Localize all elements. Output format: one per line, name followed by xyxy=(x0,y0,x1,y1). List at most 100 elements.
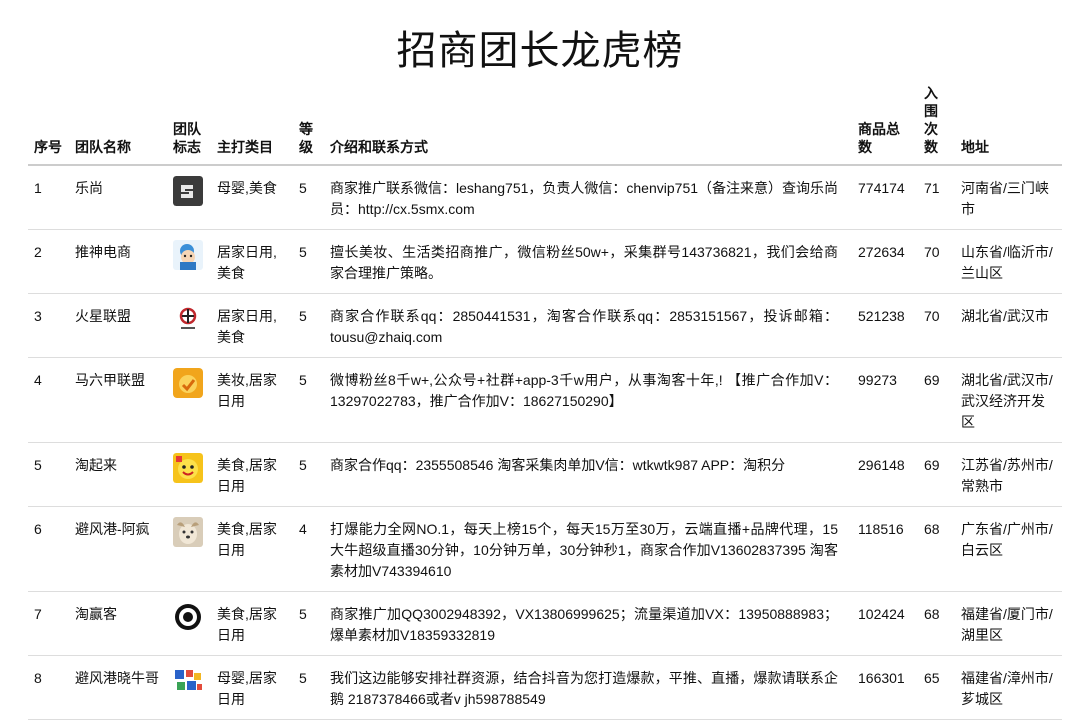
category-cell: 居家日用,美食 xyxy=(211,229,293,294)
tuishen-logo-icon xyxy=(173,240,203,270)
team-name-cell: 马六甲联盟 xyxy=(69,357,167,443)
category-cell: 母婴,居家日用 xyxy=(211,655,293,720)
address-cell: 山东省/临沂市/兰山区 xyxy=(955,229,1062,294)
level-cell: 5 xyxy=(293,655,324,720)
intro-cell: 商家推广加QQ3002948392，VX13806999625；流量渠道加VX：… xyxy=(324,591,852,656)
category-cell: 美食,居家日用 xyxy=(211,506,293,592)
leshang-logo-icon xyxy=(173,176,203,206)
header-times: 入围次数 xyxy=(918,84,955,166)
product-count-cell: 521238 xyxy=(852,293,918,358)
huoxing-logo-icon xyxy=(173,304,203,334)
times-cell: 70 xyxy=(918,229,955,294)
product-count-cell: 118516 xyxy=(852,506,918,592)
maliujia-logo-icon xyxy=(173,368,203,398)
level-cell: 5 xyxy=(293,293,324,358)
level-cell: 5 xyxy=(293,591,324,656)
intro-cell: 商家合作qq：2355508546 淘客采集肉单加V信：wtkwtk987 AP… xyxy=(324,442,852,507)
xiaoniuge-logo-icon xyxy=(173,666,203,696)
times-cell: 65 xyxy=(918,655,955,720)
category-cell: 美食,居家日用 xyxy=(211,591,293,656)
team-name-cell: 避风港-阿疯 xyxy=(69,506,167,592)
category-cell: 母婴,美食 xyxy=(211,165,293,230)
level-cell: 5 xyxy=(293,357,324,443)
product-count-cell: 99273 xyxy=(852,357,918,443)
address-cell: 江苏省/苏州市/常熟市 xyxy=(955,442,1062,507)
team-logo-cell xyxy=(167,655,211,720)
leaderboard-table: 序号 团队名称 团队标志 主打类目 等级 介绍和联系方式 商品总数 入围次数 地… xyxy=(28,84,1062,720)
team-name-cell: 避风港晓牛哥 xyxy=(69,655,167,720)
intro-cell: 我们这边能够安排社群资源，结合抖音为您打造爆款，平推、直播，爆款请联系企鹅 21… xyxy=(324,655,852,720)
category-cell: 居家日用,美食 xyxy=(211,293,293,358)
table-header-row: 序号 团队名称 团队标志 主打类目 等级 介绍和联系方式 商品总数 入围次数 地… xyxy=(28,84,1062,166)
row-index-cell: 8 xyxy=(28,655,69,720)
header-team-logo: 团队标志 xyxy=(167,84,211,166)
header-index: 序号 xyxy=(28,84,69,166)
category-cell: 美妆,居家日用 xyxy=(211,357,293,443)
table-row: 6 避风港-阿疯 美食,居家日用 4 打爆能力全网NO.1，每天上榜15个，每天15万至… xyxy=(28,506,1062,592)
row-index-cell: 4 xyxy=(28,357,69,443)
address-cell: 福建省/厦门市/湖里区 xyxy=(955,591,1062,656)
page-title: 招商团长龙虎榜 xyxy=(396,29,684,73)
bifenggang-logo-icon xyxy=(173,517,203,547)
level-cell: 5 xyxy=(293,442,324,507)
table-row: 1 乐尚 母婴,美食 5 商家推广联系微信：leshang751，负责人微信：chenv… xyxy=(28,165,1062,230)
table-row: 3 火星联盟 居家日用,美食 5 商家合作联系qq：2850441531，淘客合作联系q… xyxy=(28,293,1062,358)
row-index-cell: 5 xyxy=(28,442,69,507)
product-count-cell: 102424 xyxy=(852,591,918,656)
times-cell: 68 xyxy=(918,591,955,656)
team-logo-cell xyxy=(167,591,211,656)
product-count-cell: 296148 xyxy=(852,442,918,507)
intro-cell: 擅长美妆、生活类招商推广，微信粉丝50w+，采集群号143736821，我们会给… xyxy=(324,229,852,294)
header-category: 主打类目 xyxy=(211,84,293,166)
row-index-cell: 6 xyxy=(28,506,69,592)
table-row: 7 淘赢客 美食,居家日用 5 商家推广加QQ3002948392，VX13806999… xyxy=(28,591,1062,656)
team-name-cell: 淘赢客 xyxy=(69,591,167,656)
times-cell: 68 xyxy=(918,506,955,592)
table-row: 2 推神电商 居家日用,美食 5 擅长美妆、生活类招商推广，微信粉丝50w+，采集群号1… xyxy=(28,229,1062,294)
team-logo-cell xyxy=(167,442,211,507)
team-name-cell: 推神电商 xyxy=(69,229,167,294)
team-logo-cell xyxy=(167,293,211,358)
address-cell: 湖北省/武汉市 xyxy=(955,293,1062,358)
times-cell: 71 xyxy=(918,165,955,230)
address-cell: 福建省/漳州市/芗城区 xyxy=(955,655,1062,720)
level-cell: 5 xyxy=(293,165,324,230)
team-logo-cell xyxy=(167,506,211,592)
address-cell: 湖北省/武汉市/武汉经济开发区 xyxy=(955,357,1062,443)
team-logo-cell xyxy=(167,165,211,230)
taoqilai-logo-icon xyxy=(173,453,203,483)
intro-cell: 打爆能力全网NO.1，每天上榜15个，每天15万至30万，云端直播+品牌代理，1… xyxy=(324,506,852,592)
header-address: 地址 xyxy=(955,84,1062,166)
row-index-cell: 7 xyxy=(28,591,69,656)
header-intro: 介绍和联系方式 xyxy=(324,84,852,166)
intro-cell: 商家推广联系微信：leshang751，负责人微信：chenvip751（备注来… xyxy=(324,165,852,230)
times-cell: 69 xyxy=(918,442,955,507)
address-cell: 河南省/三门峡市 xyxy=(955,165,1062,230)
team-logo-cell xyxy=(167,229,211,294)
row-index-cell: 2 xyxy=(28,229,69,294)
product-count-cell: 272634 xyxy=(852,229,918,294)
team-name-cell: 火星联盟 xyxy=(69,293,167,358)
team-logo-cell xyxy=(167,357,211,443)
level-cell: 4 xyxy=(293,506,324,592)
table-row: 4 马六甲联盟 美妆,居家日用 5 微博粉丝8千w+,公众号+社群+app-3千w用户，… xyxy=(28,357,1062,443)
times-cell: 69 xyxy=(918,357,955,443)
team-name-cell: 乐尚 xyxy=(69,165,167,230)
product-count-cell: 774174 xyxy=(852,165,918,230)
times-cell: 70 xyxy=(918,293,955,358)
team-name-cell: 淘起来 xyxy=(69,442,167,507)
header-product-count: 商品总数 xyxy=(852,84,918,166)
header-team-name: 团队名称 xyxy=(69,84,167,166)
header-level: 等级 xyxy=(293,84,324,166)
product-count-cell: 166301 xyxy=(852,655,918,720)
taoyingke-logo-icon xyxy=(173,602,203,632)
intro-cell: 微博粉丝8千w+,公众号+社群+app-3千w用户，从事淘客十年,! 【推广合作… xyxy=(324,357,852,443)
table-row: 5 淘起来 美食,居家日用 5 商家合作qq：2355508546 淘客采集肉单加V信：… xyxy=(28,442,1062,507)
table-row: 8 避风港晓牛哥 母婴,居家日用 5 我们这边能够安排社群资源，结合抖音为您打造爆款，平… xyxy=(28,655,1062,720)
row-index-cell: 1 xyxy=(28,165,69,230)
row-index-cell: 3 xyxy=(28,293,69,358)
address-cell: 广东省/广州市/白云区 xyxy=(955,506,1062,592)
level-cell: 5 xyxy=(293,229,324,294)
intro-cell: 商家合作联系qq：2850441531，淘客合作联系qq：2853151567，… xyxy=(324,293,852,358)
category-cell: 美食,居家日用 xyxy=(211,442,293,507)
